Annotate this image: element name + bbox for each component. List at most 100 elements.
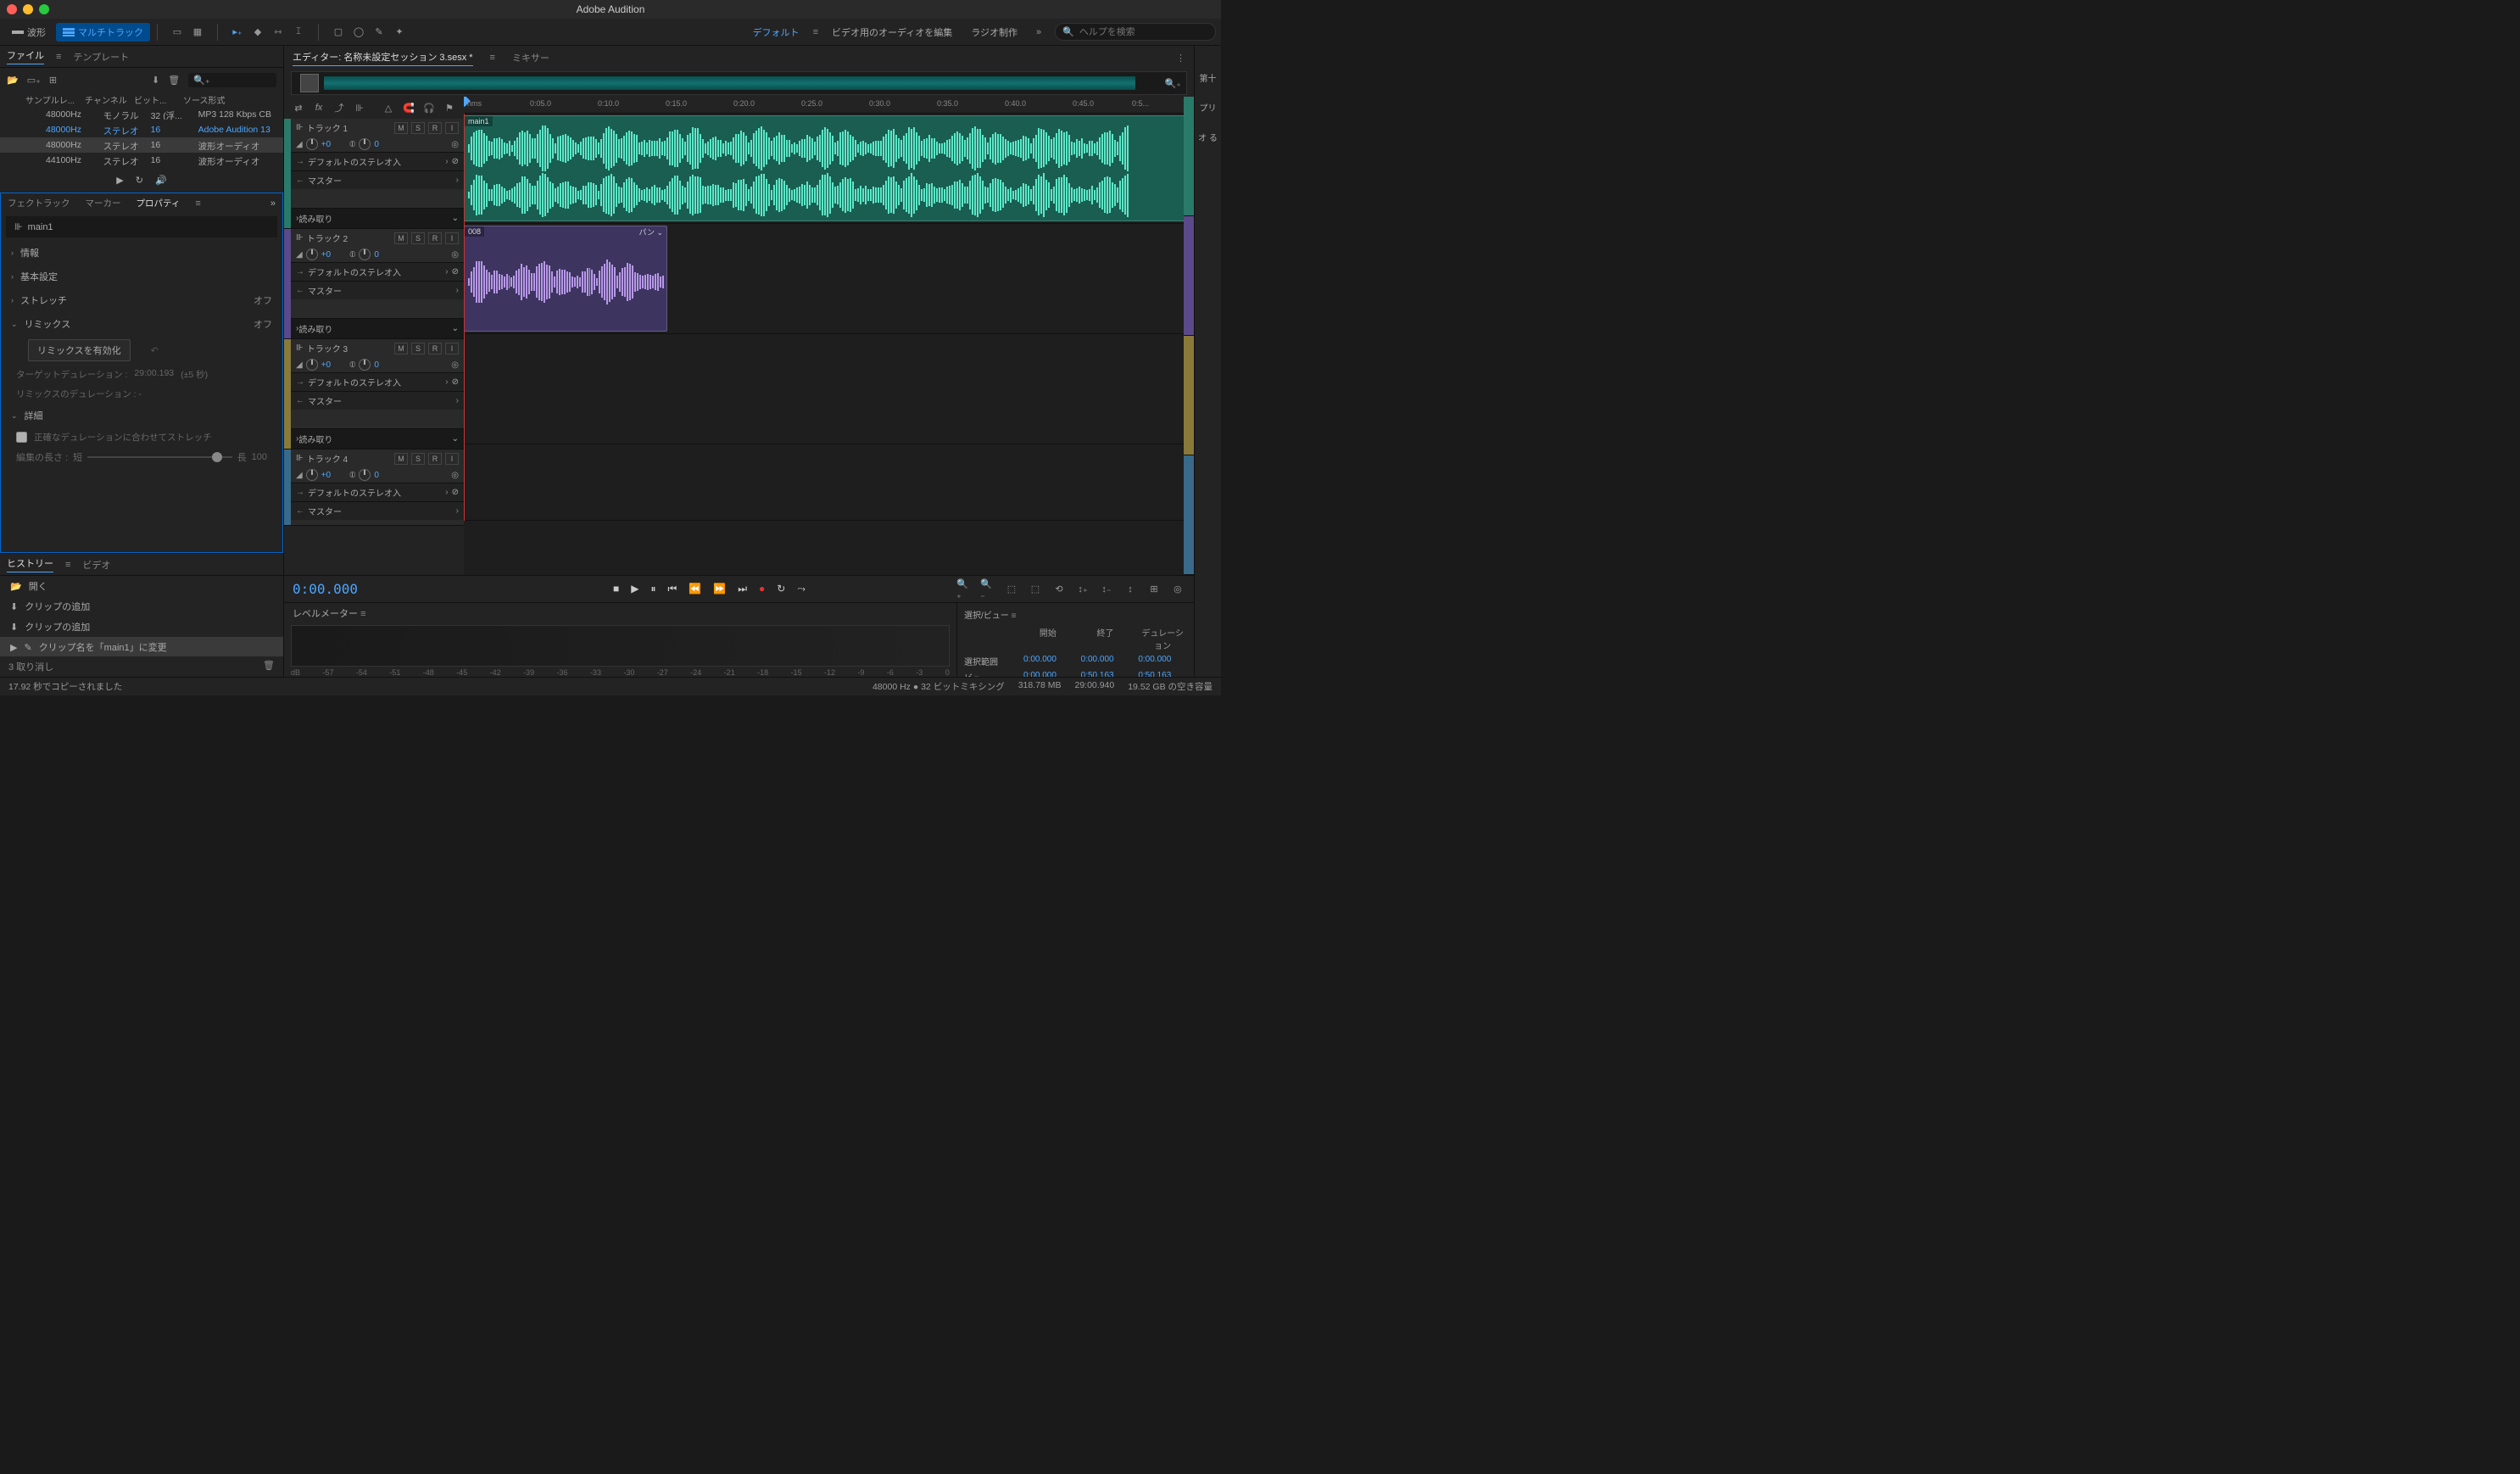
props-menu-icon[interactable]: ≡: [195, 198, 200, 209]
marquee-tool-icon[interactable]: ▢: [331, 25, 346, 40]
record-button[interactable]: ●: [759, 583, 765, 595]
overview-zoom-icon[interactable]: 🔍₊: [1159, 78, 1186, 89]
clip-name[interactable]: main1: [28, 222, 53, 232]
spectral-icon[interactable]: ▦: [190, 25, 205, 40]
time-ruler[interactable]: hms 0:05.0 0:10.0 0:15.0 0:20.0 0:25.0 0…: [464, 97, 1194, 114]
editor-panel-settings-icon[interactable]: ⋮: [1176, 53, 1185, 64]
file-row[interactable]: 48000Hzモノラル32 (浮...MP3 128 Kbps CB: [0, 107, 283, 122]
tab-fx-rack[interactable]: フェクトラック: [8, 197, 70, 209]
open-file-icon[interactable]: 📂: [7, 75, 19, 86]
track-output[interactable]: マスター: [308, 174, 453, 187]
tab-video[interactable]: ビデオ: [82, 558, 110, 572]
file-row[interactable]: 48000Hzステレオ16波形オーディオ: [0, 137, 283, 153]
tab-properties[interactable]: プロパティ: [137, 197, 181, 209]
zoom-selection-icon[interactable]: ⬚: [1028, 582, 1043, 597]
help-search[interactable]: 🔍: [1055, 23, 1216, 41]
playhead-line[interactable]: [464, 114, 465, 521]
help-search-input[interactable]: [1079, 27, 1208, 37]
minimize-window[interactable]: [23, 4, 33, 14]
files-search[interactable]: 🔍₊: [188, 73, 276, 87]
zoom-fit-icon[interactable]: ◎: [1170, 582, 1185, 597]
files-preview-icon[interactable]: 🔊: [155, 175, 167, 186]
sends-icon[interactable]: ⤴: [332, 100, 347, 115]
history-menu-icon[interactable]: ≡: [65, 560, 70, 570]
phase-icon[interactable]: ⊘: [452, 157, 459, 166]
right-tab[interactable]: オ る: [1198, 131, 1218, 143]
zoom-reset-v-icon[interactable]: ↕: [1123, 582, 1138, 597]
timecode-display[interactable]: 0:00.000: [293, 581, 462, 597]
pause-button[interactable]: ⏸: [651, 583, 656, 595]
zoom-in-icon[interactable]: 🔍₊: [956, 582, 972, 597]
toggle-loop-icon[interactable]: ⇄: [291, 100, 306, 115]
lasso-tool-icon[interactable]: ◯: [351, 25, 366, 40]
input-monitor-button[interactable]: I: [445, 122, 459, 134]
section-advanced[interactable]: ⌄詳細: [1, 404, 282, 427]
automation-mode[interactable]: 読み取り: [298, 212, 451, 225]
pan-knob[interactable]: [359, 138, 371, 150]
zoom-in-v-icon[interactable]: ↕₊: [1075, 582, 1090, 597]
props-overflow-icon[interactable]: »: [270, 198, 276, 209]
import-icon[interactable]: ▭₊: [27, 75, 41, 86]
brush-tool-icon[interactable]: ✎: [371, 25, 387, 40]
section-remix[interactable]: ⌄リミックスオフ: [1, 312, 282, 336]
waveform-view-button[interactable]: 波形: [5, 23, 53, 42]
move-tool-icon[interactable]: ▸₊: [230, 25, 245, 40]
zoom-out-v-icon[interactable]: ↕₋: [1099, 582, 1114, 597]
right-tab[interactable]: プリ: [1200, 101, 1217, 114]
selection-duration[interactable]: 0:00.000: [1138, 655, 1187, 667]
remix-enable-button[interactable]: リミックスを有効化: [28, 339, 131, 361]
track-color-indicator[interactable]: [1184, 216, 1194, 336]
solo-button[interactable]: S: [411, 122, 425, 134]
heal-tool-icon[interactable]: ✦: [392, 25, 407, 40]
go-to-start-button[interactable]: ⏮: [668, 583, 677, 595]
workspace-overflow-icon[interactable]: »: [1031, 25, 1046, 40]
forward-button[interactable]: ⏩: [713, 583, 726, 595]
selection-end[interactable]: 0:00.000: [1081, 655, 1130, 667]
close-window[interactable]: [7, 4, 17, 14]
multitrack-view-button[interactable]: マルチトラック: [56, 23, 150, 42]
levels-menu-icon[interactable]: ≡: [360, 609, 365, 619]
snap-icon[interactable]: 🧲: [401, 100, 416, 115]
files-tab-menu-icon[interactable]: ≡: [56, 52, 61, 62]
overview-viewport[interactable]: [300, 74, 319, 92]
rewind-button[interactable]: ⏪: [689, 583, 701, 595]
tab-templates[interactable]: テンプレート: [73, 50, 129, 64]
volume-knob[interactable]: [306, 138, 318, 150]
history-item[interactable]: 📂開く: [0, 576, 283, 596]
mute-button[interactable]: M: [394, 122, 408, 134]
history-item[interactable]: ⬇クリップの追加: [0, 596, 283, 617]
track-handle-icon[interactable]: ⊪: [296, 123, 304, 132]
skip-selection-button[interactable]: ⤳: [797, 583, 806, 595]
eq-icon[interactable]: ⊪: [352, 100, 367, 115]
stop-button[interactable]: ■: [613, 583, 619, 595]
audio-clip[interactable]: 008 パン ⌄: [464, 226, 667, 332]
zoom-all-icon[interactable]: ⊞: [1146, 582, 1162, 597]
files-play-icon[interactable]: ▶: [116, 175, 123, 186]
ripple-icon[interactable]: ⚑: [442, 100, 457, 115]
insert-to-session-icon[interactable]: ⬇: [152, 75, 159, 86]
remix-undo-icon[interactable]: ↶: [151, 345, 159, 356]
tab-mixer[interactable]: ミキサー: [512, 51, 549, 64]
track-name[interactable]: トラック 1: [307, 121, 391, 134]
track-color-indicator[interactable]: [1184, 336, 1194, 455]
play-button[interactable]: ▶: [631, 583, 638, 595]
stereo-icon[interactable]: ◎: [451, 140, 459, 149]
tab-marker[interactable]: マーカー: [86, 197, 121, 209]
workspace-radio[interactable]: ラジオ制作: [966, 22, 1023, 42]
arm-record-button[interactable]: R: [428, 122, 442, 134]
history-item[interactable]: ▶✎クリップ名を「main1」に変更: [0, 637, 283, 656]
tab-history[interactable]: ヒストリー: [7, 556, 53, 572]
right-tab[interactable]: 第十: [1200, 71, 1217, 84]
section-stretch[interactable]: ›ストレッチオフ: [1, 288, 282, 312]
tab-editor[interactable]: エディター: 名称未設定セッション 3.sesx *: [293, 50, 473, 66]
metronome-icon[interactable]: △: [381, 100, 396, 115]
zoom-full-icon[interactable]: ⬚: [1004, 582, 1019, 597]
track-color-indicator[interactable]: [1184, 97, 1194, 216]
fx-icon[interactable]: fx: [311, 100, 326, 115]
workspace-default-menu-icon[interactable]: ≡: [813, 27, 818, 37]
workspace-video-audio[interactable]: ビデオ用のオーディオを編集: [827, 22, 957, 42]
history-item[interactable]: ⬇クリップの追加: [0, 617, 283, 637]
hud-icon[interactable]: ▭: [170, 25, 185, 40]
loop-button[interactable]: ↻: [777, 583, 785, 595]
history-trash-icon[interactable]: 🗑: [263, 660, 275, 673]
